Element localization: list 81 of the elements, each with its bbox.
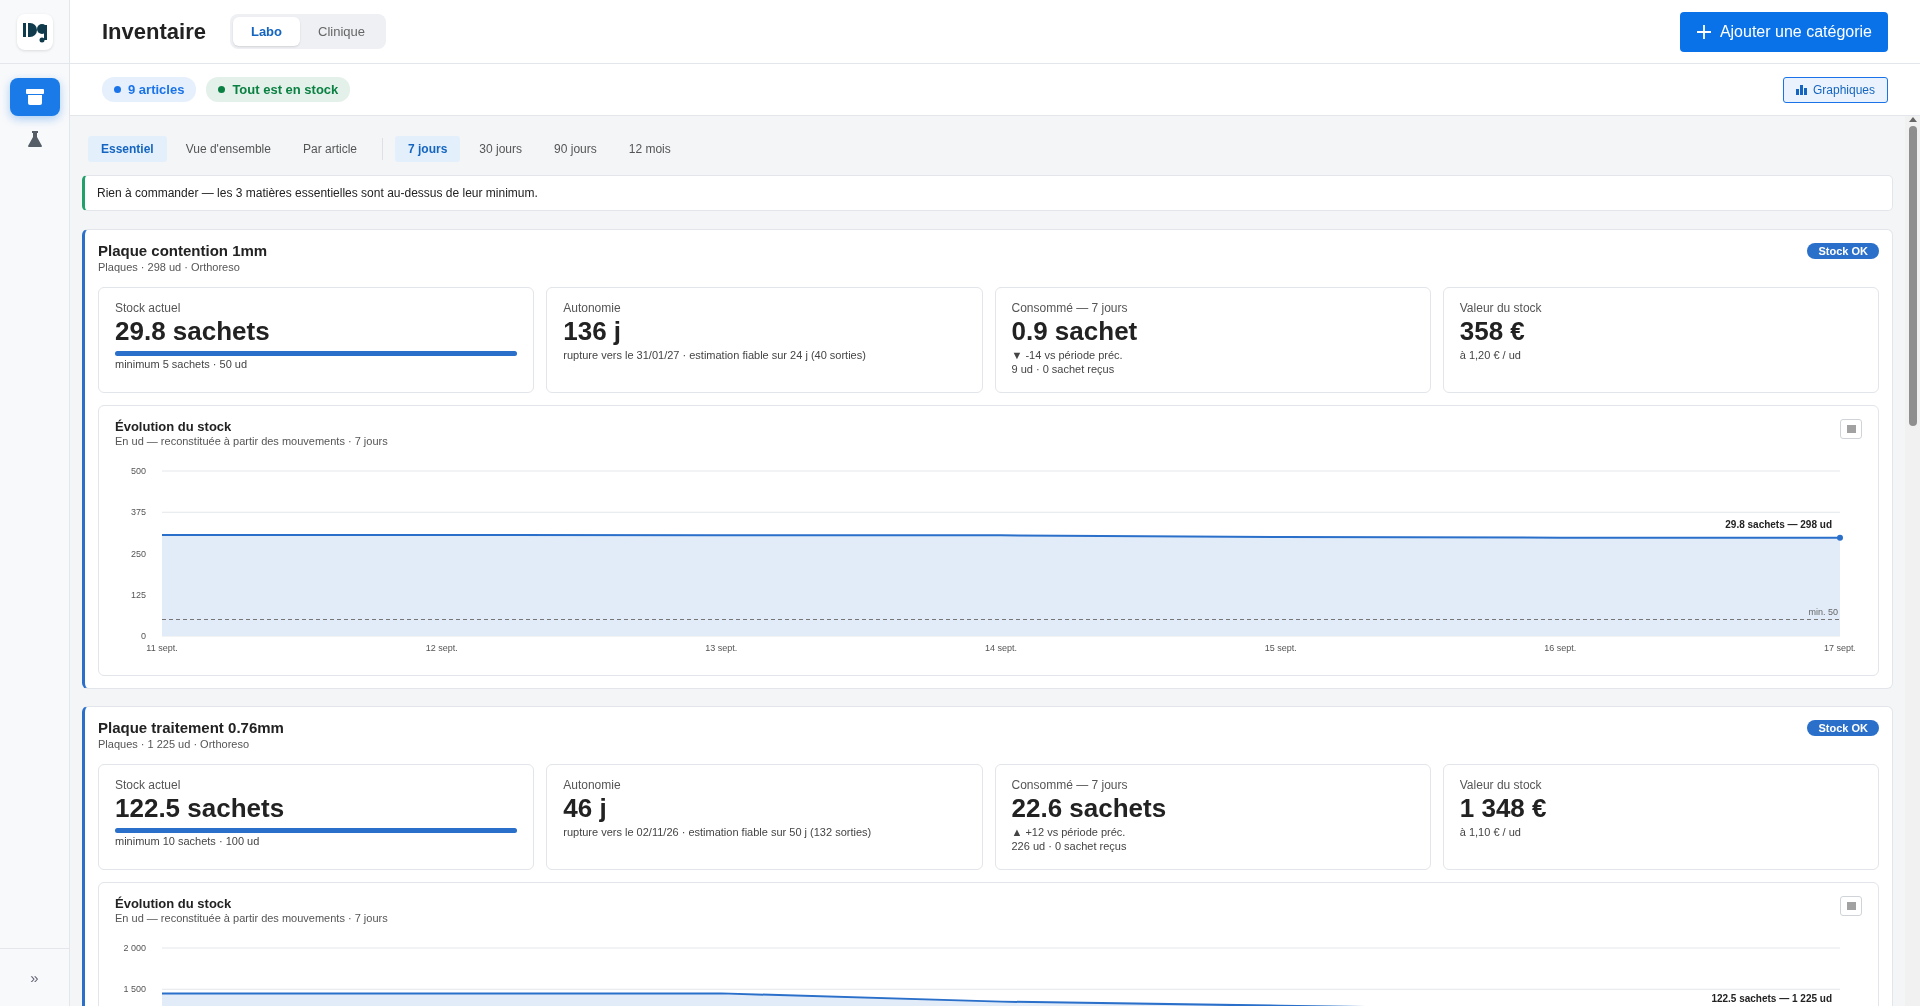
stat-label: Consommé — 7 jours	[1011, 301, 1129, 315]
chart-subtitle: En ud — reconstituée à partir des mouvements · 7 jours	[115, 912, 388, 924]
period-tab[interactable]: 7 jours	[395, 136, 461, 162]
stat-note: ▲ +12 vs période préc.	[1011, 826, 1127, 838]
period-tab[interactable]: 12 mois	[615, 136, 684, 162]
stat-value: 22.6 sachets	[1011, 793, 1168, 824]
stat-label: Autonomie	[563, 301, 622, 315]
plus-icon	[1695, 23, 1712, 40]
stat-label: Valeur du stock	[1459, 778, 1543, 792]
stat-note: minimum 5 sachets · 50 ud	[115, 358, 249, 370]
stat-value: 136 j	[563, 316, 623, 347]
period-tab[interactable]: 90 jours	[541, 136, 610, 162]
status-pill: Tout est en stock	[206, 77, 351, 102]
logo-icon[interactable]	[16, 13, 53, 50]
chart-subtitle: En ud — reconstituée à partir des mouvements · 7 jours	[115, 435, 388, 447]
chart-title: Évolution du stock	[115, 419, 233, 434]
stat-value: 29.8 sachets	[115, 316, 271, 347]
axis-tick-label: 375	[130, 507, 146, 518]
axis-tick-label: 11 sept.	[146, 643, 178, 653]
axis-tick-label: 2 000	[123, 943, 146, 953]
value-label: 122.5 sachets — 1 225 ud	[1711, 992, 1832, 1004]
charts-button[interactable]: Graphiques	[1782, 76, 1888, 103]
flask-icon	[27, 131, 42, 147]
scrollbar[interactable]	[1905, 116, 1920, 1006]
stat-note: 9 ud · 0 sachet reçus	[1011, 363, 1116, 375]
stat-value: 1 348 €	[1459, 793, 1548, 824]
archive-icon	[25, 89, 44, 105]
chart-title: Évolution du stock	[115, 896, 233, 911]
axis-tick-label: 15 sept.	[1264, 643, 1297, 653]
axis-tick-label: 0	[141, 631, 146, 641]
item-meta: Plaques · 1 225 ud · Orthoreso	[98, 738, 251, 750]
view-tab[interactable]: Essentiel	[88, 136, 167, 162]
stat-label: Consommé — 7 jours	[1011, 778, 1129, 792]
expand-sidebar-button[interactable]: »	[0, 948, 69, 1006]
status-badge: Stock OK	[1807, 243, 1879, 259]
status-badge: Stock OK	[1807, 720, 1879, 736]
view-tab[interactable]: Par article	[289, 136, 370, 162]
stat-label: Stock actuel	[115, 778, 182, 792]
view-tab[interactable]: Vue d'ensemble	[172, 136, 284, 162]
period-tab[interactable]: 30 jours	[466, 136, 536, 162]
scroll-up-icon[interactable]	[1908, 116, 1917, 122]
bar-chart-icon	[1795, 84, 1807, 95]
item-meta: Plaques · 298 ud · Orthoreso	[98, 261, 241, 273]
stat-note: à 1,20 € / ud	[1459, 349, 1522, 361]
stat-value: 122.5 sachets	[115, 793, 286, 824]
page-title: Inventaire	[102, 18, 206, 45]
value-label: 29.8 sachets — 298 ud	[1725, 518, 1832, 530]
axis-tick-label: 14 sept.	[985, 643, 1017, 653]
stat-label: Autonomie	[563, 778, 622, 792]
nav-item[interactable]	[9, 78, 60, 116]
menu-button[interactable]	[1840, 419, 1862, 439]
info-alert: Rien à commander — les 3 matières essentielles sont au-dessus de leur minimum.	[82, 175, 1893, 211]
axis-tick-label: 13 sept.	[705, 643, 738, 653]
item-name: Plaque contention 1mm	[98, 242, 268, 259]
axis-tick-label: 500	[130, 466, 146, 476]
scrollbar-thumb[interactable]	[1908, 126, 1917, 426]
stat-value: 0.9 sachet	[1011, 316, 1139, 347]
axis-tick-label: 17 sept.	[1824, 643, 1855, 653]
stat-label: Stock actuel	[115, 301, 182, 315]
stat-value: 46 j	[563, 793, 608, 824]
stat-value: 358 €	[1459, 316, 1526, 347]
segment-tab[interactable]: Clinique	[300, 17, 383, 46]
axis-tick-label: 1 500	[123, 984, 146, 995]
stat-note: minimum 10 sachets · 100 ud	[115, 835, 261, 847]
minimum-label: min. 50	[1808, 606, 1838, 617]
stat-note: à 1,10 € / ud	[1459, 826, 1522, 838]
segment-tab[interactable]: Labo	[232, 17, 300, 46]
stat-note: ▼ -14 vs période préc.	[1011, 349, 1124, 361]
status-pill: 9 articles	[102, 77, 197, 102]
stat-note: rupture vers le 31/01/27 · estimation fiable sur 24 j (40 sorties)	[563, 349, 867, 361]
stat-note: 226 ud · 0 sachet reçus	[1011, 840, 1128, 852]
stat-label: Valeur du stock	[1459, 301, 1543, 315]
data-point	[1837, 534, 1843, 541]
axis-tick-label: 125	[130, 589, 146, 600]
stat-note: rupture vers le 02/11/26 · estimation fiable sur 50 j (132 sorties)	[563, 826, 873, 838]
add-category-button[interactable]: Ajouter une catégorie	[1679, 11, 1888, 52]
item-name: Plaque traitement 0.76mm	[98, 719, 284, 736]
axis-tick-label: 16 sept.	[1544, 643, 1577, 653]
menu-button[interactable]	[1840, 896, 1862, 916]
axis-tick-label: 250	[130, 548, 146, 559]
axis-tick-label: 12 sept.	[425, 643, 458, 653]
